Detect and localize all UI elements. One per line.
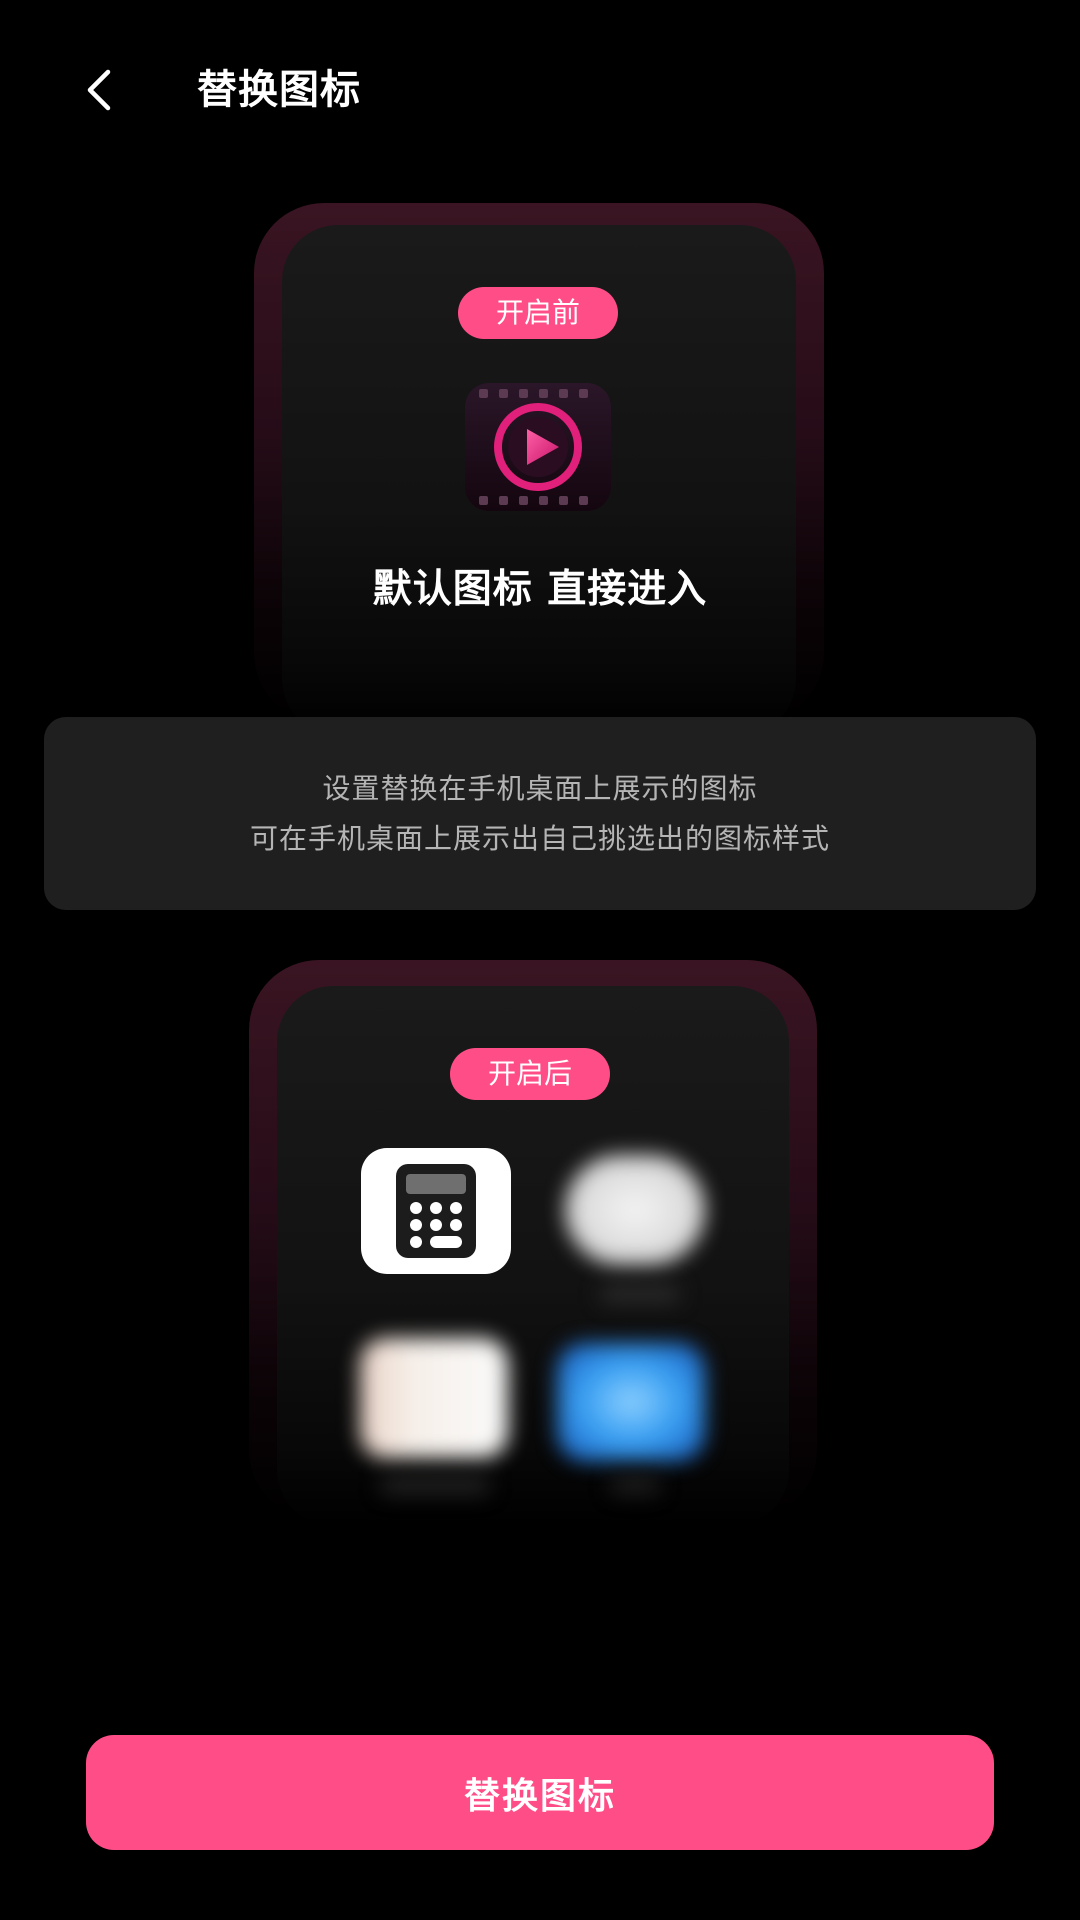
default-icon-caption: 默认图标 直接进入	[372, 567, 708, 612]
info-line-1: 设置替换在手机桌面上展示的图标	[322, 771, 758, 805]
header: 替换图标	[0, 0, 1080, 180]
calculator-icon[interactable]	[361, 1148, 511, 1274]
screen-icon-label	[610, 1476, 660, 1494]
replace-icon-button[interactable]: 替换图标	[86, 1735, 994, 1850]
before-badge: 开启前	[458, 287, 618, 339]
info-panel: 设置替换在手机桌面上展示的图标 可在手机桌面上展示出自己挑选出的图标样式	[44, 717, 1036, 910]
after-preview-card	[249, 960, 817, 1520]
back-button[interactable]	[70, 60, 130, 120]
clock-icon-label	[600, 1285, 680, 1303]
page-title: 替换图标	[197, 67, 361, 113]
notes-icon-label	[380, 1476, 490, 1494]
info-line-2: 可在手机桌面上展示出自己挑选出的图标样式	[249, 821, 830, 855]
screen-icon[interactable]	[557, 1343, 705, 1461]
notes-icon[interactable]	[360, 1338, 508, 1458]
clock-icon[interactable]	[565, 1155, 705, 1265]
video-play-icon	[465, 383, 611, 511]
after-badge: 开启后	[450, 1048, 610, 1100]
chevron-left-icon	[87, 69, 111, 111]
